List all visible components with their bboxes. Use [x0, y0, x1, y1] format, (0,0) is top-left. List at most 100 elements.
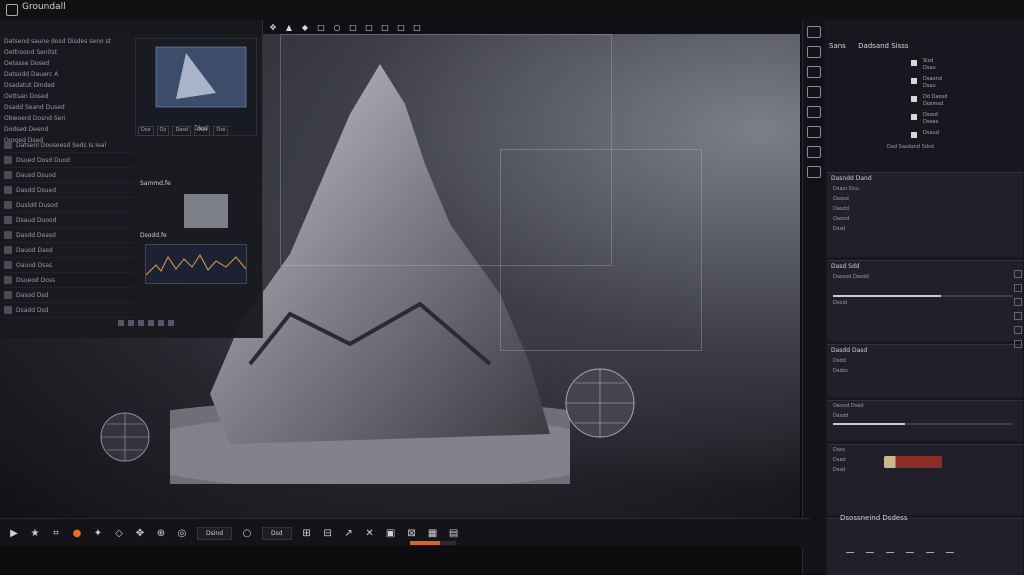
tool-icon[interactable] — [807, 66, 821, 78]
star-icon[interactable]: ★ — [29, 528, 41, 539]
tool-icon[interactable]: ◇ — [113, 528, 125, 539]
record-icon[interactable]: ● — [71, 528, 83, 539]
footer-icon[interactable] — [158, 320, 164, 326]
mode-icon[interactable]: ◆ — [300, 23, 310, 32]
layer-row[interactable]: Dausd Dsuod — [4, 168, 134, 183]
check-row[interactable]: Dsaond Dsau — [911, 76, 947, 94]
tab-2[interactable]: Oy — [156, 126, 170, 136]
square-icon[interactable]: □ — [364, 23, 374, 32]
section-row[interactable]: Oaond — [827, 214, 1023, 224]
checkbox[interactable] — [911, 132, 917, 138]
triangle-icon[interactable]: ▲ — [284, 23, 294, 32]
tool-icon[interactable]: ⊕ — [155, 528, 167, 539]
layer-row[interactable]: Dasdd Deasd — [4, 228, 134, 243]
list-item[interactable]: Oettroond Senitst — [4, 47, 132, 58]
square-icon[interactable]: □ — [316, 23, 326, 32]
square-icon[interactable]: □ — [396, 23, 406, 32]
tool-icon[interactable]: ✦ — [92, 528, 104, 539]
footer-icon[interactable] — [138, 320, 144, 326]
graph-window[interactable]: Dsodd.fe — [140, 232, 252, 292]
check-row[interactable]: Sisd Dsau — [911, 58, 947, 76]
footer-icon[interactable] — [846, 546, 854, 553]
list-item[interactable]: Oetasse Dosed — [4, 58, 132, 69]
footer-icon[interactable] — [906, 546, 914, 553]
tool-icon[interactable] — [807, 46, 821, 58]
square-icon[interactable]: □ — [348, 23, 358, 32]
list-item[interactable]: Dsadd Seand Dused — [4, 102, 132, 113]
layer-row[interactable]: Oauod Dsas — [4, 258, 134, 273]
tool-icon[interactable]: ↗ — [343, 528, 355, 539]
section-row[interactable]: Dassod Dasdd — [827, 272, 1023, 282]
square-icon[interactable]: □ — [412, 23, 422, 32]
section-row[interactable]: Dsdss — [827, 366, 1023, 376]
list-item[interactable]: Oettsan Dosed — [4, 91, 132, 102]
layer-row[interactable]: Dsued Dosd Duod — [4, 153, 134, 168]
list-item[interactable]: Obwoerd Dosnd Seri — [4, 113, 132, 124]
scroll-icon[interactable] — [1014, 326, 1022, 334]
check-row[interactable]: Dd Daosd Dosmsd — [911, 94, 947, 112]
crop-icon[interactable]: ⌗ — [50, 528, 62, 539]
header-item[interactable]: Sans — [829, 42, 846, 50]
layer-row[interactable]: Dsadd Dsd — [4, 303, 134, 318]
section-row[interactable]: Dssdd — [827, 411, 1023, 421]
footer-icon[interactable] — [118, 320, 124, 326]
layer-row[interactable]: Dasod Dsd — [4, 288, 134, 303]
tool-icon[interactable]: ▣ — [385, 528, 397, 539]
footer-icon[interactable] — [148, 320, 154, 326]
layer-row[interactable]: Dsueod Doss — [4, 273, 134, 288]
checkbox[interactable] — [911, 60, 917, 66]
tool-icon[interactable]: ▤ — [448, 528, 460, 539]
section-row[interactable]: Dssd — [827, 224, 1023, 234]
checkbox[interactable] — [911, 78, 917, 84]
tool-icon[interactable]: ⊞ — [301, 528, 313, 539]
list-item[interactable]: Dodsed Deend — [4, 124, 132, 135]
footer-icon[interactable] — [946, 546, 954, 553]
layer-row[interactable]: Dsaud Duood — [4, 213, 134, 228]
circle-icon[interactable]: ○ — [332, 23, 342, 32]
play-icon[interactable]: ▶ — [8, 528, 20, 539]
footer-icon[interactable] — [926, 546, 934, 553]
tool-icon[interactable] — [807, 86, 821, 98]
section-row[interactable]: Dasdd — [827, 204, 1023, 214]
header-item[interactable]: Dadsand Sisss — [858, 42, 909, 50]
section-row[interactable]: Oeood Dsed — [827, 401, 1023, 411]
layer-row[interactable]: Datsenl Dooseesd Seds Is Ieal — [4, 138, 134, 153]
list-item[interactable]: Dsadatut Dinded — [4, 80, 132, 91]
footer-icon[interactable] — [168, 320, 174, 326]
tool-icon[interactable] — [807, 146, 821, 158]
check-row[interactable]: Dsssd Dseas — [911, 112, 947, 130]
section-row[interactable]: Oaosd — [827, 194, 1023, 204]
tab-3[interactable]: Dasd — [172, 126, 192, 136]
layer-row[interactable]: Dusldd Dusod — [4, 198, 134, 213]
scroll-icon[interactable] — [1014, 270, 1022, 278]
tool-icon[interactable] — [807, 26, 821, 38]
tool-icon[interactable]: ⊠ — [406, 528, 418, 539]
move-icon[interactable]: ✥ — [268, 23, 278, 32]
section-row[interactable]: Dsoid — [827, 298, 1023, 308]
slider[interactable] — [833, 295, 1013, 297]
tool-icon[interactable]: ○ — [241, 528, 253, 539]
tab-1[interactable]: Dse — [138, 126, 154, 136]
scroll-icon[interactable] — [1014, 284, 1022, 292]
sphere-right[interactable] — [565, 368, 635, 438]
section-row[interactable]: Dsdd — [827, 356, 1023, 366]
slider[interactable] — [833, 423, 1013, 425]
list-item[interactable]: Datsodd Dauerc A — [4, 69, 132, 80]
footer-icon[interactable] — [886, 546, 894, 553]
tool-icon[interactable]: ◎ — [176, 528, 188, 539]
tool-icon[interactable] — [807, 166, 821, 178]
color-chip[interactable] — [884, 456, 942, 468]
footer-icon[interactable] — [128, 320, 134, 326]
tool-icon[interactable]: ▦ — [427, 528, 439, 539]
tool-icon[interactable]: ⊟ — [322, 528, 334, 539]
checkbox[interactable] — [911, 96, 917, 102]
timeline-field-2[interactable]: Dsd — [262, 526, 292, 540]
section-row[interactable]: Dass — [827, 445, 1023, 455]
tool-icon[interactable]: ✕ — [364, 528, 376, 539]
sphere-left[interactable] — [100, 412, 150, 462]
tab-4[interactable]: Dud — [194, 126, 211, 136]
tool-icon[interactable]: ✥ — [134, 528, 146, 539]
scroll-icon[interactable] — [1014, 298, 1022, 306]
thumbnail-window[interactable]: Dlod — [135, 38, 257, 136]
square-icon[interactable]: □ — [380, 23, 390, 32]
